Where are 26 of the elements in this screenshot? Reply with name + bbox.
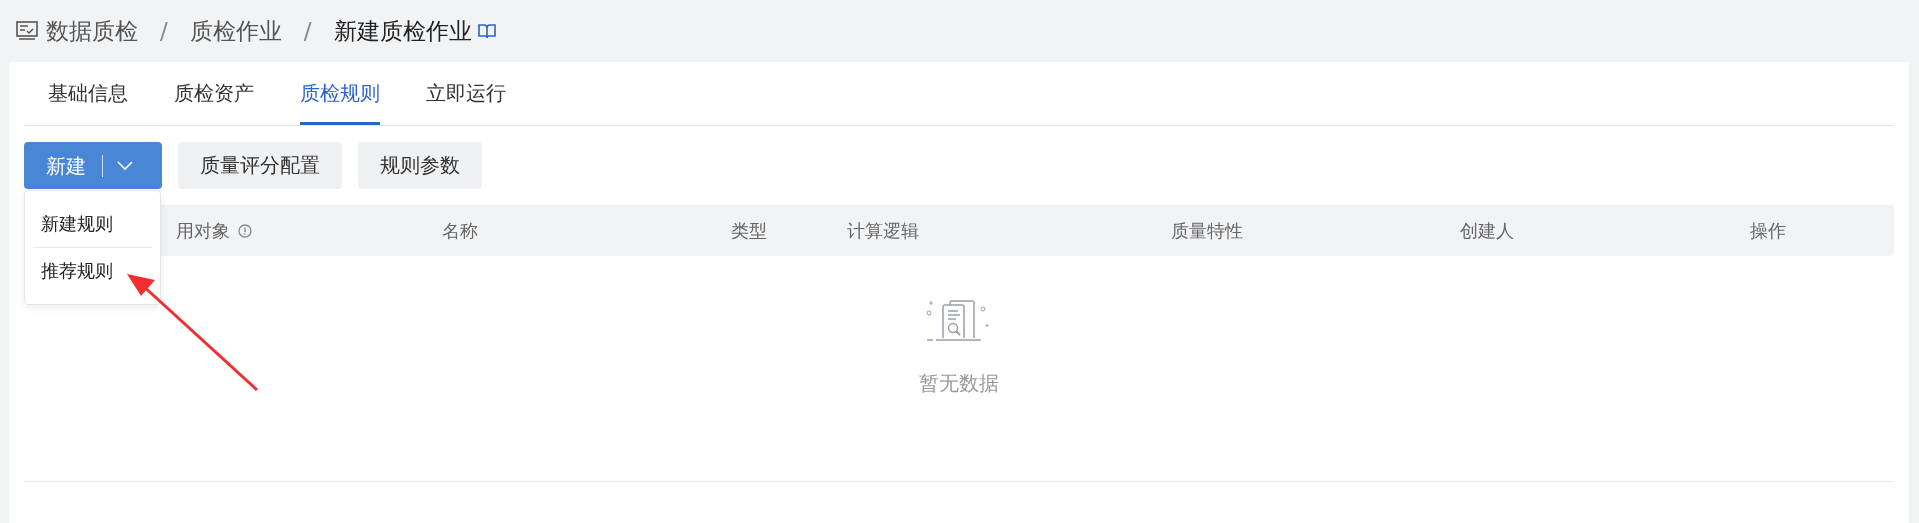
tab[interactable]: 质检规则 (300, 62, 380, 125)
menu-item[interactable]: 推荐规则 (33, 248, 152, 294)
book-icon[interactable] (477, 23, 496, 39)
column-header: 名称 (442, 218, 478, 243)
info-icon[interactable] (238, 223, 252, 238)
column-header: 创建人 (1460, 218, 1514, 243)
tab[interactable]: 立即运行 (426, 62, 506, 125)
menu-item[interactable]: 新建规则 (33, 201, 152, 248)
toolbar-button[interactable]: 质量评分配置 (178, 142, 342, 189)
breadcrumb-item[interactable]: 数据质检 (46, 15, 138, 47)
column-header: 操作 (1750, 218, 1786, 243)
column-header: 质量特性 (1171, 218, 1243, 243)
chevron-down-icon (117, 160, 133, 171)
breadcrumb-separator: / (303, 18, 312, 44)
empty-message: 暂无数据 (919, 370, 999, 397)
column-header: 类型 (731, 218, 767, 243)
column-header: 计算逻辑 (847, 218, 919, 243)
toolbar-button[interactable]: 规则参数 (358, 142, 482, 189)
column-header: 用对象 (176, 218, 230, 243)
new-button[interactable]: 新建 (24, 142, 162, 189)
tab[interactable]: 基础信息 (48, 62, 128, 125)
monitor-icon (16, 21, 38, 41)
tab[interactable]: 质检资产 (174, 62, 254, 125)
breadcrumb-item: 新建质检作业 (333, 16, 472, 46)
breadcrumb-item[interactable]: 质检作业 (189, 15, 282, 47)
breadcrumb-separator: / (160, 18, 168, 44)
